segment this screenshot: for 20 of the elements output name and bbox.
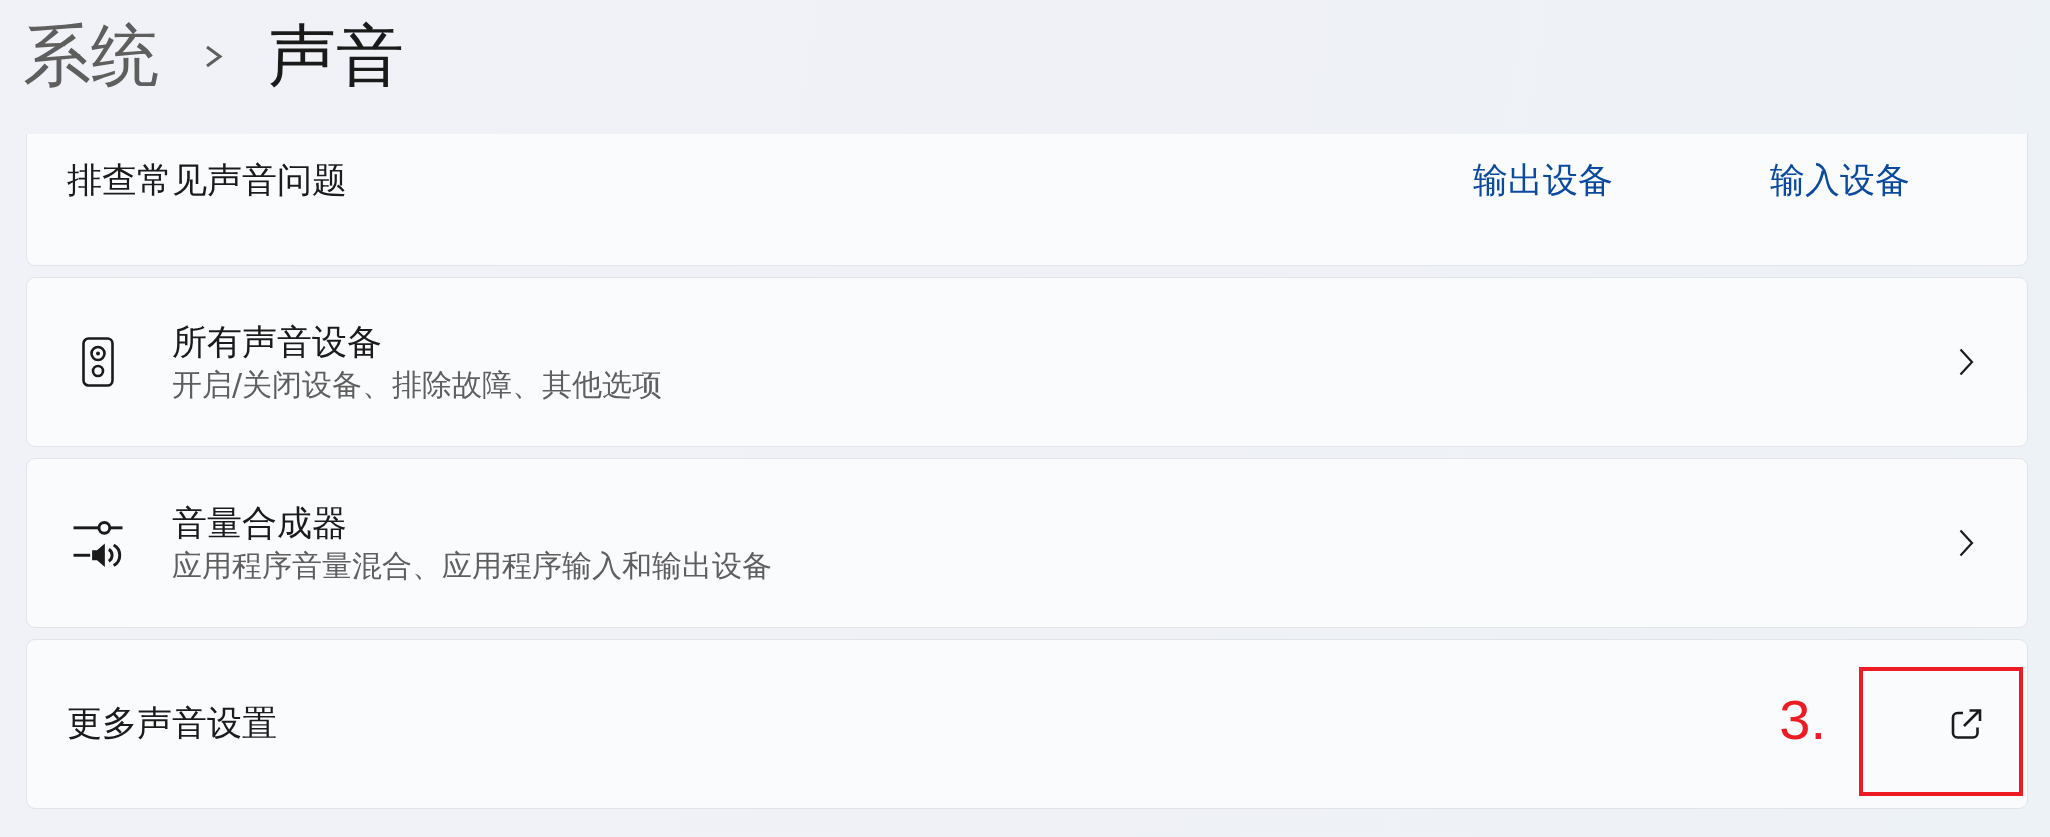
setting-row[interactable]: 更多声音设置 3.: [26, 639, 2028, 809]
row-title: 音量合成器: [172, 501, 347, 545]
link[interactable]: 输入设备: [1770, 158, 1910, 204]
row-description: 应用程序音量混合、应用程序输入和输出设备: [172, 547, 772, 586]
page-title: 声音: [268, 22, 404, 90]
chevron-right-icon: [1958, 348, 1974, 376]
row-title: 所有声音设备: [172, 320, 382, 364]
setting-row[interactable]: 音量合成器 应用程序音量混合、应用程序输入和输出设备: [26, 458, 2028, 628]
row-description: 开启/关闭设备、排除故障、其他选项: [172, 366, 663, 405]
setting-row[interactable]: 所有声音设备 开启/关闭设备、排除故障、其他选项: [26, 277, 2028, 447]
row-title: 更多声音设置: [67, 702, 277, 746]
chevron-right-icon: [1958, 529, 1974, 557]
card-title: 排查常见声音问题: [67, 159, 347, 202]
slider-speaker-icon: [73, 518, 123, 568]
annotation-label: 3.: [1779, 692, 1826, 748]
link[interactable]: 输出设备: [1473, 158, 1613, 204]
chevron-right-icon: [205, 44, 223, 68]
speaker-icon: [82, 337, 114, 387]
external-link-icon: [1950, 708, 1982, 740]
breadcrumb-link[interactable]: 系统: [23, 22, 159, 90]
